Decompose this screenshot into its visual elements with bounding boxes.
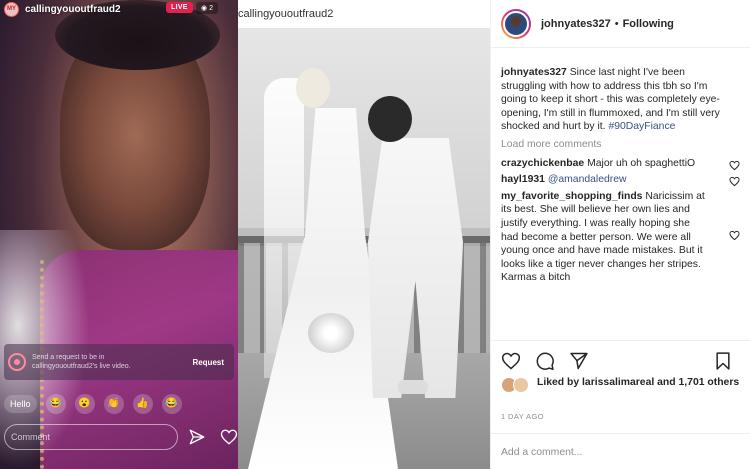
caption-hashtag[interactable]: #90DayFiance: [608, 121, 675, 132]
request-to-join-bar: Send a request to be in callingyououtfra…: [4, 344, 234, 380]
reaction-wow[interactable]: 😮: [74, 394, 95, 414]
photo-bride-head: [296, 68, 330, 108]
reaction-hello[interactable]: Hello: [4, 395, 37, 413]
post-timestamp[interactable]: 1 DAY AGO: [501, 412, 544, 421]
comment-username[interactable]: hayl1931: [501, 174, 545, 185]
photo-post-panel: callingyououtfraud2: [238, 0, 490, 469]
wedding-photo[interactable]: [238, 28, 490, 469]
live-host-username[interactable]: callingyououtfraud2: [25, 4, 121, 15]
post-owner-username[interactable]: johnyates327: [541, 18, 611, 30]
post-caption: johnyates327 Since last night I've been …: [501, 66, 726, 134]
comment-like-heart-icon[interactable]: [729, 160, 740, 171]
quick-reactions: Hello 😂 😮 👏 👍 😂: [4, 392, 238, 416]
comment-like-heart-icon[interactable]: [729, 230, 740, 241]
photo-groom-shoe: [398, 380, 428, 394]
comment-item: my_favorite_shopping_finds Naricissim at…: [501, 190, 740, 285]
reaction-clap[interactable]: 👏: [103, 394, 124, 414]
comment-item: crazychickenbae Major uh oh spaghettiO: [501, 157, 740, 171]
request-icon: [8, 353, 26, 371]
liker-avatar[interactable]: [513, 377, 529, 393]
live-video-panel: MY callingyououtfraud2 LIVE ◉ 2 Send a re…: [0, 0, 238, 469]
viewer-count-badge: ◉ 2: [196, 2, 219, 14]
share-icon[interactable]: [569, 351, 589, 371]
comment-like-heart-icon[interactable]: [729, 176, 740, 187]
reaction-laugh-2[interactable]: 😂: [161, 394, 182, 414]
likes-summary: Liked by larissalimareal and 1,701 other…: [501, 376, 741, 406]
heart-icon[interactable]: [501, 351, 521, 371]
comment-username[interactable]: crazychickenbae: [501, 158, 584, 169]
comment-item: hayl1931 @amandaledrew: [501, 173, 740, 187]
heart-icon[interactable]: [220, 428, 238, 446]
reaction-laugh[interactable]: 😂: [45, 394, 66, 414]
reaction-thumbs-up[interactable]: 👍: [132, 394, 153, 414]
live-host-avatar[interactable]: MY: [4, 1, 19, 17]
load-more-comments-link[interactable]: Load more comments: [501, 138, 726, 152]
add-comment-input[interactable]: [501, 442, 741, 462]
add-comment-bar: [491, 433, 750, 469]
live-comment-input[interactable]: [5, 425, 177, 449]
post-header: johnyates327 • Following: [491, 0, 750, 48]
photo-username[interactable]: callingyououtfraud2: [238, 8, 333, 20]
request-prompt: Send a request to be in callingyououtfra…: [32, 354, 131, 370]
post-detail-panel: johnyates327 • Following johnyates327 Si…: [490, 0, 750, 469]
live-badge: LIVE: [166, 2, 193, 13]
bookmark-icon[interactable]: [713, 351, 733, 371]
comment-username[interactable]: my_favorite_shopping_finds: [501, 191, 642, 202]
likes-text[interactable]: Liked by larissalimareal and 1,701 other…: [537, 376, 739, 390]
following-button[interactable]: Following: [623, 18, 674, 30]
send-icon[interactable]: [188, 428, 206, 446]
comment-icon[interactable]: [535, 351, 555, 371]
request-button[interactable]: Request: [192, 358, 224, 367]
eye-icon: ◉: [201, 5, 208, 12]
photo-groom-head: [368, 96, 412, 142]
caption-username[interactable]: johnyates327: [501, 67, 567, 78]
live-comment-bar: [4, 424, 178, 450]
post-owner-avatar[interactable]: [501, 8, 531, 39]
header-separator: •: [614, 17, 619, 30]
comment-mention[interactable]: @amandaledrew: [548, 174, 627, 185]
comment-text: Major uh oh spaghettiO: [587, 157, 696, 169]
comment-text: Naricissim at its best. She will believe…: [501, 190, 705, 284]
photo-bouquet: [308, 313, 354, 353]
comments-feed: johnyates327 Since last night I've been …: [501, 66, 740, 288]
liked-by-avatars: [501, 377, 533, 395]
viewer-count: 2: [209, 5, 214, 12]
avatar-image: [503, 10, 529, 37]
post-action-bar: [491, 340, 750, 380]
